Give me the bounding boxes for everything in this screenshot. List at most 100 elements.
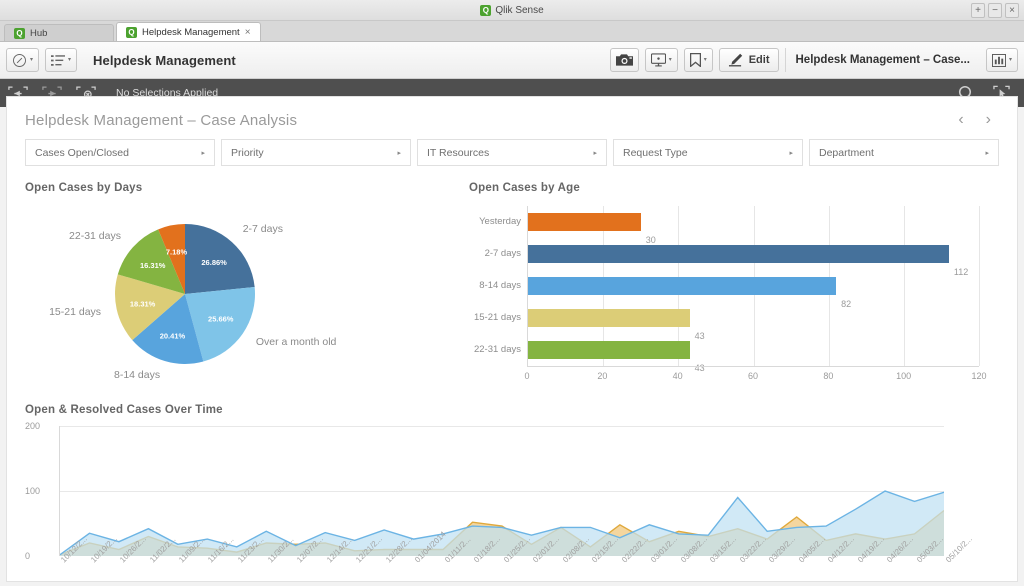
os-title-bar: Q Qlik Sense + − × — [0, 0, 1024, 21]
os-title: Q Qlik Sense — [480, 4, 544, 16]
area-chart-svg[interactable] — [60, 426, 944, 556]
current-sheet-name[interactable]: Helpdesk Management – Case... — [784, 48, 980, 72]
bar-rect[interactable] — [528, 245, 949, 263]
edit-button[interactable]: Edit — [718, 48, 779, 72]
pie-slice-value: 20.41% — [160, 332, 186, 341]
bar-axis-tick: 60 — [747, 371, 759, 381]
filter-label: Request Type — [623, 146, 688, 159]
sheet-canvas: Helpdesk Management – Case Analysis ‹ › … — [6, 96, 1018, 582]
bar-chart-row[interactable]: Yesterday 30 — [479, 213, 656, 245]
area-axis-tick: 200 — [25, 421, 41, 431]
area-axis-tick: 100 — [25, 486, 41, 496]
pencil-icon — [728, 53, 742, 67]
bookmark-button[interactable]: ▾ — [683, 48, 713, 72]
filter-cases-open-closed[interactable]: Cases Open/Closed ▸ — [25, 139, 215, 166]
sheet-viz-button[interactable]: ▾ — [985, 48, 1018, 72]
bar-rect[interactable] — [528, 213, 641, 231]
bar-rect[interactable] — [528, 277, 837, 295]
bar-chart-card[interactable]: Open Cases by Age Yesterday 30 2-7 days 112… — [469, 182, 999, 386]
tab-hub[interactable]: Q Hub — [4, 24, 114, 41]
bar-chart-title: Open Cases by Age — [469, 182, 580, 194]
pie-slice-value: 7.18% — [166, 247, 188, 256]
pie-chart-area: 26.86% 25.66% 20.41% 18.31% 16.31% 7.18% 2-7 … — [25, 206, 455, 386]
story-button[interactable]: ▾ — [644, 48, 678, 72]
bar-chart-x-axis: 0 20 40 60 80 100 120 — [524, 366, 987, 385]
bar-rect[interactable] — [528, 341, 690, 359]
bar-category-label: Yesterday — [479, 216, 521, 227]
edit-label: Edit — [748, 54, 770, 66]
bar-chart-row[interactable]: 15-21 days 43 — [474, 309, 705, 341]
pie-slice-label: 8-14 days — [114, 369, 161, 382]
qlik-logo-icon: Q — [14, 27, 25, 39]
filter-request-type[interactable]: Request Type ▸ — [613, 139, 803, 166]
sheets-button[interactable]: ▾ — [45, 48, 78, 72]
chevron-right-icon: ▸ — [397, 149, 401, 157]
window-controls: + − × — [971, 3, 1019, 18]
bar-chart-plot[interactable]: Yesterday 30 2-7 days 112 8-14 days 82 15-21 d… — [474, 206, 980, 373]
bar-chart-row[interactable]: 22-31 days 43 — [474, 341, 705, 373]
sheet-list-icon — [51, 54, 66, 66]
pie-slice-label: 22-31 days — [69, 229, 121, 242]
filter-label: Department — [819, 146, 874, 159]
snapshot-button[interactable] — [609, 48, 639, 72]
camera-icon — [615, 54, 633, 66]
bar-axis-tick: 0 — [524, 371, 530, 381]
area-chart-area: 0 100 200 10/12/2... 10/19/2... 10/26/2... 11… — [25, 421, 999, 564]
chevron-right-icon: ▸ — [985, 149, 989, 157]
bar-category-label: 8-14 days — [479, 280, 521, 291]
chevron-right-icon: ▸ — [789, 149, 793, 157]
bookmark-icon — [689, 53, 701, 67]
window-close-button[interactable]: × — [1005, 3, 1019, 18]
chevron-down-icon: ▾ — [703, 57, 707, 63]
tab-helpdesk-management[interactable]: Q Helpdesk Management × — [116, 22, 261, 41]
pie-slice-value: 25.66% — [208, 315, 234, 324]
os-title-text: Qlik Sense — [495, 4, 544, 16]
bar-chart-gridline — [903, 206, 905, 366]
window-minimize-button[interactable]: + — [971, 3, 985, 18]
area-chart-plot[interactable] — [59, 426, 944, 556]
bar-axis-tick: 80 — [823, 371, 834, 381]
area-chart-x-axis: 10/12/2... 10/19/2... 10/26/2... 11/02/2...… — [59, 530, 974, 581]
bar-value-label: 112 — [953, 267, 969, 277]
bar-axis-tick: 100 — [896, 371, 912, 381]
filter-label: Cases Open/Closed — [35, 146, 129, 159]
page-title: Helpdesk Management – Case Analysis — [25, 111, 298, 129]
storytelling-icon — [650, 53, 666, 67]
sheet-header: Helpdesk Management – Case Analysis ‹ › — [7, 97, 1017, 133]
chevron-down-icon: ▾ — [668, 57, 672, 63]
tab-close-icon[interactable]: × — [245, 27, 251, 38]
qlik-logo-icon: Q — [126, 26, 137, 38]
pie-slice-value: 18.31% — [130, 299, 156, 308]
qlik-sense-window: Q Qlik Sense + − × Q Hub Q Helpdesk Mana… — [0, 0, 1024, 586]
pie-chart-card[interactable]: Open Cases by Days 26.86% 25.66% 20.41% 18.… — [25, 182, 455, 386]
area-chart-card[interactable]: Open & Resolved Cases Over Time 0 100 200 … — [7, 386, 1017, 564]
area-chart-title: Open & Resolved Cases Over Time — [25, 404, 223, 416]
chevron-down-icon: ▾ — [30, 57, 34, 63]
chevron-down-icon: ▾ — [1008, 57, 1012, 63]
filter-priority[interactable]: Priority ▸ — [221, 139, 411, 166]
chevron-right-icon: ▸ — [201, 149, 205, 157]
bar-value-label: 82 — [841, 299, 852, 309]
filter-department[interactable]: Department ▸ — [809, 139, 999, 166]
next-sheet-button[interactable]: › — [986, 111, 991, 129]
pie-slice-value: 16.31% — [140, 261, 166, 270]
area-axis-tick: 05/10/2... — [944, 534, 974, 565]
pie-slice-value: 26.86% — [201, 258, 227, 267]
bar-value-label: 43 — [694, 331, 705, 341]
bar-rect[interactable] — [528, 309, 690, 327]
prev-sheet-button[interactable]: ‹ — [958, 111, 963, 129]
pie-slice-label: 15-21 days — [49, 305, 102, 318]
bar-chart-row[interactable]: 2-7 days 112 — [485, 245, 968, 277]
filter-it-resources[interactable]: IT Resources ▸ — [417, 139, 607, 166]
charts-top-row: Open Cases by Days 26.86% 25.66% 20.41% 18.… — [7, 166, 1017, 386]
navigation-button[interactable]: ▾ — [6, 48, 40, 72]
app-title: Helpdesk Management — [93, 52, 236, 68]
bar-category-label: 2-7 days — [484, 248, 521, 259]
bar-chart-row[interactable]: 8-14 days 82 — [479, 277, 851, 309]
tab-label: Helpdesk Management — [142, 26, 240, 38]
bar-axis-tick: 120 — [971, 371, 987, 381]
tab-label: Hub — [30, 27, 48, 39]
window-maximize-button[interactable]: − — [988, 3, 1002, 18]
browser-tab-strip: Q Hub Q Helpdesk Management × — [0, 21, 1024, 42]
filter-pane-row: Cases Open/Closed ▸ Priority ▸ IT Resour… — [7, 133, 1017, 166]
